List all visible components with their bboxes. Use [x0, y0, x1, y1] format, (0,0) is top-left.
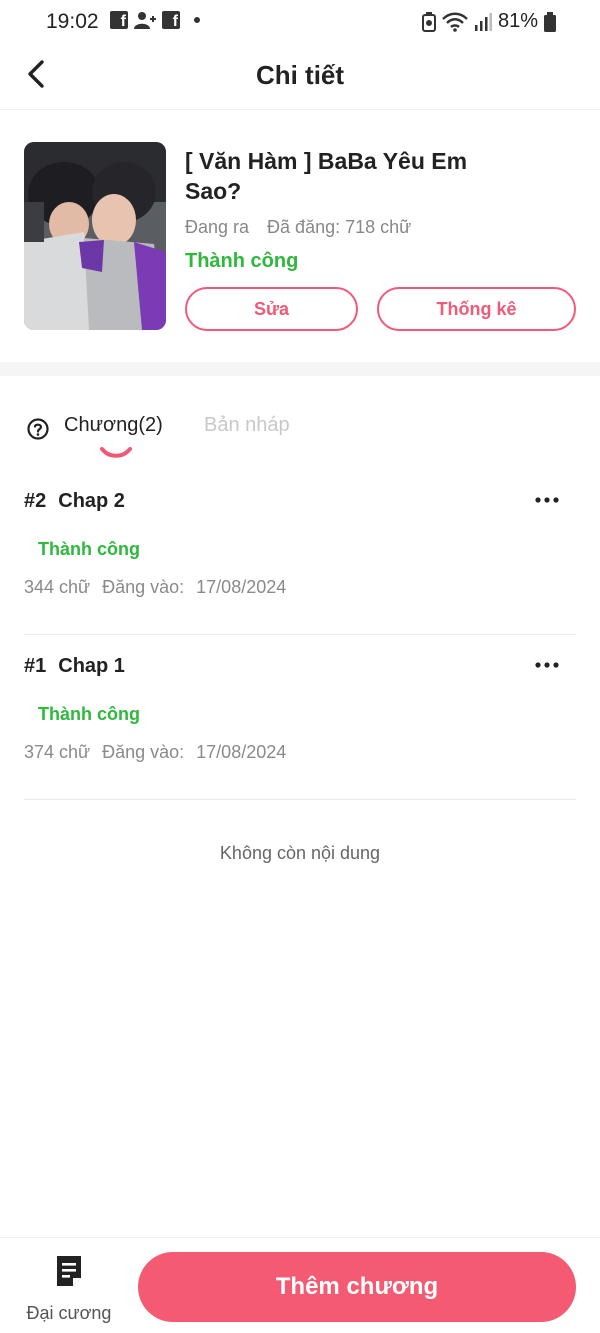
facebook-icon — [110, 11, 128, 31]
statistics-button[interactable]: Thống kê — [377, 287, 576, 331]
chapter-title: Chap 1 — [58, 655, 125, 677]
system-icons: 81% — [421, 10, 556, 33]
more-options-icon[interactable] — [534, 494, 560, 506]
battery-icon — [544, 11, 556, 32]
chapter-meta: 374 chữ Đăng vào: 17/08/2024 — [24, 742, 286, 763]
chapter-item[interactable]: #2 Chap 2 Thành công 344 chữ Đăng vào: 1… — [24, 470, 576, 635]
add-friend-icon — [134, 12, 156, 29]
app-header: Chi tiết — [0, 44, 600, 110]
facebook-icon — [162, 11, 180, 31]
add-chapter-button[interactable]: Thêm chương — [138, 1252, 576, 1322]
more-options-icon[interactable] — [534, 659, 560, 671]
chapter-heading: #2 Chap 2 — [24, 490, 125, 513]
chapter-posted-label: Đăng vào: — [102, 577, 185, 597]
signal-icon — [474, 12, 492, 31]
question-circle-icon[interactable] — [27, 418, 49, 440]
section-divider — [0, 362, 600, 376]
book-title: [ Văn Hàm ] BaBa Yêu Em Sao? — [185, 148, 468, 204]
chapter-posted-label: Đăng vào: — [102, 742, 185, 762]
notification-dot — [194, 17, 200, 23]
chapter-number: #1 — [24, 655, 47, 677]
document-list-icon — [57, 1256, 81, 1286]
chapter-date: 17/08/2024 — [196, 742, 287, 762]
chapter-date: 17/08/2024 — [196, 577, 287, 597]
battery-saver-icon — [421, 11, 436, 32]
chapter-status: Thành công — [38, 539, 140, 559]
tab-chapters[interactable]: Chương(2) — [64, 414, 163, 437]
chapter-title: Chap 2 — [58, 490, 125, 512]
tab-drafts[interactable]: Bản nháp — [204, 414, 290, 437]
chapter-word-count: 344 chữ — [24, 577, 91, 597]
book-meta: Đang ra Đã đăng: 718 chữ — [185, 217, 411, 238]
book-cover-image[interactable] — [24, 142, 166, 330]
page-title: Chi tiết — [255, 60, 345, 90]
bottom-action-bar: Đại cương Thêm chương — [0, 1237, 600, 1333]
chapter-word-count: 374 chữ — [24, 742, 91, 762]
book-word-count: Đã đăng: 718 chữ — [267, 217, 412, 237]
notification-icons — [110, 11, 200, 31]
book-cover-art — [24, 142, 166, 330]
wifi-icon — [442, 12, 468, 32]
status-bar: 19:02 81% — [0, 0, 600, 44]
book-card: [ Văn Hàm ] BaBa Yêu Em Sao? Đang ra Đã … — [24, 142, 576, 332]
outline-button[interactable]: Đại cương — [20, 1252, 120, 1328]
battery-percent: 81% — [497, 10, 538, 32]
chapter-item[interactable]: #1 Chap 1 Thành công 374 chữ Đăng vào: 1… — [24, 635, 576, 800]
chapter-tabs: Chương(2) Bản nháp — [24, 410, 576, 460]
chapter-list: #2 Chap 2 Thành công 344 chữ Đăng vào: 1… — [24, 470, 576, 800]
list-end-message: Không còn nội dung — [219, 843, 381, 863]
chapter-heading: #1 Chap 1 — [24, 655, 125, 678]
book-status: Thành công — [185, 250, 299, 272]
chapter-meta: 344 chữ Đăng vào: 17/08/2024 — [24, 577, 286, 598]
chapter-number: #2 — [24, 490, 47, 512]
active-tab-indicator — [100, 447, 132, 458]
outline-label: Đại cương — [26, 1303, 112, 1323]
edit-button[interactable]: Sửa — [185, 287, 358, 331]
chapter-status: Thành công — [38, 704, 140, 724]
status-time: 19:02 — [46, 10, 99, 33]
book-state: Đang ra — [185, 217, 250, 237]
